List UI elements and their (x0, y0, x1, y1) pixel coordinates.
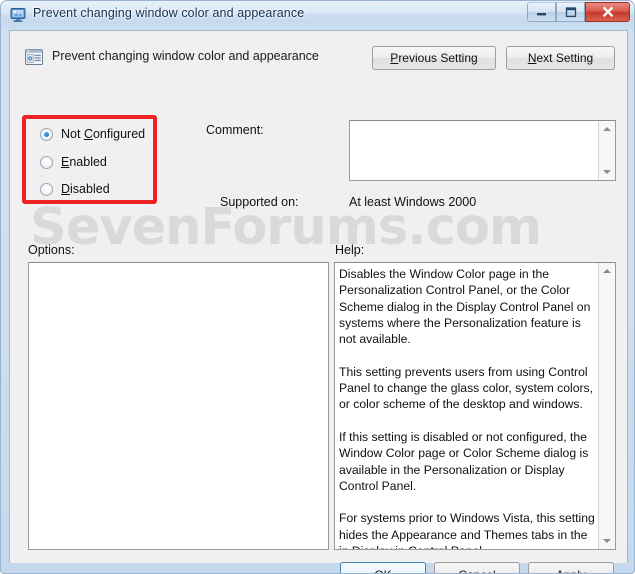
display-monitor-icon (10, 7, 27, 23)
ok-button[interactable]: OK (340, 562, 426, 574)
watermark: SevenForums.com (30, 198, 542, 257)
supported-on-label: Supported on: (220, 195, 299, 209)
help-label: Help: (335, 243, 365, 257)
comment-label: Comment: (206, 123, 264, 137)
scroll-up-icon[interactable] (599, 121, 615, 137)
ok-label: OK (374, 568, 391, 574)
dialog-window: Prevent changing window color and appear… (0, 0, 635, 574)
radio-enabled[interactable]: Enabled (40, 155, 107, 169)
radio-label-not-configured: Not Configured (61, 127, 146, 141)
previous-setting-label: Previous Setting (390, 51, 478, 65)
radio-label-enabled: Enabled (61, 155, 107, 169)
help-scrollbar[interactable] (598, 263, 615, 549)
close-icon (586, 3, 629, 21)
help-text: Disables the Window Color page in the Pe… (339, 267, 595, 549)
next-setting-label: Next Setting (527, 51, 594, 65)
maximize-icon (557, 3, 584, 21)
group-policy-setting-icon (24, 47, 44, 67)
scroll-down-icon[interactable] (599, 164, 615, 180)
minimize-button[interactable] (527, 2, 556, 22)
close-button[interactable] (585, 2, 630, 22)
apply-button[interactable]: Apply (528, 562, 614, 574)
minimize-icon (528, 3, 555, 21)
supported-on-value: At least Windows 2000 (349, 195, 477, 209)
setting-title: Prevent changing window color and appear… (52, 49, 319, 63)
radio-not-configured[interactable]: Not Configured (40, 127, 145, 141)
window-title: Prevent changing window color and appear… (33, 6, 305, 20)
radio-label-disabled: Disabled (61, 182, 110, 196)
cancel-button[interactable]: Cancel (434, 562, 520, 574)
maximize-button[interactable] (556, 2, 585, 22)
radio-disabled[interactable]: Disabled (40, 182, 110, 196)
apply-label: Apply (556, 568, 586, 574)
cancel-label: Cancel (458, 568, 495, 574)
comment-input[interactable] (349, 120, 616, 181)
options-label: Options: (28, 243, 75, 257)
radio-indicator (40, 155, 53, 169)
help-panel: Disables the Window Color page in the Pe… (334, 262, 616, 550)
title-bar[interactable]: Prevent changing window color and appear… (1, 1, 634, 30)
previous-setting-button[interactable]: Previous Setting (372, 46, 496, 70)
scroll-down-icon[interactable] (599, 533, 615, 549)
options-panel[interactable] (28, 262, 329, 550)
radio-indicator (40, 182, 53, 196)
scroll-up-icon[interactable] (599, 263, 615, 279)
next-setting-button[interactable]: Next Setting (506, 46, 615, 70)
radio-indicator-selected (40, 127, 53, 141)
dialog-client-area: Prevent changing window color and appear… (9, 30, 628, 573)
comment-scrollbar[interactable] (598, 121, 615, 180)
